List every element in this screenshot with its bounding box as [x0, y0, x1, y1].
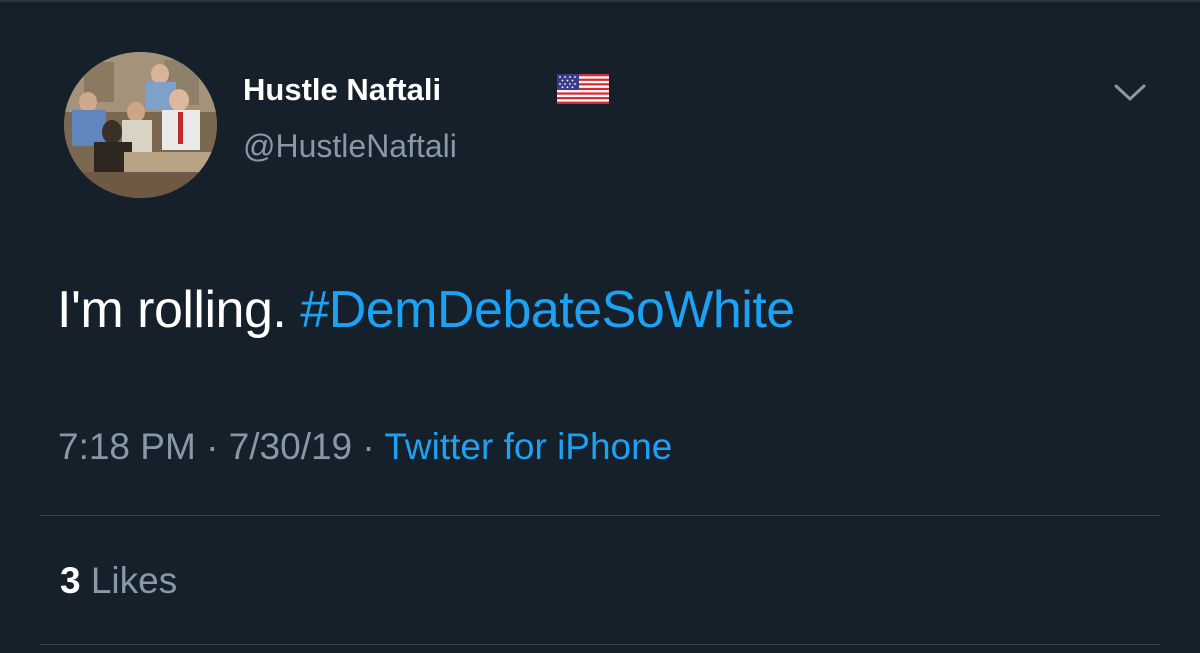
likes-link[interactable]: 3 Likes — [60, 558, 177, 604]
tweet-text: I'm rolling. #DemDebateSoWhite — [57, 275, 795, 345]
top-border — [0, 0, 1200, 2]
likes-label: Likes — [90, 560, 178, 601]
author-handle[interactable]: @HustleNaftali — [243, 126, 457, 166]
tweet-date: 7/30/19 — [228, 426, 353, 467]
chevron-down-icon[interactable] — [1110, 80, 1150, 104]
author-display-name[interactable]: Hustle Naftali — [243, 70, 441, 110]
hashtag-link[interactable]: #DemDebateSoWhite — [300, 281, 795, 339]
tweet-time: 7:18 PM — [58, 426, 196, 467]
meta-separator: · — [362, 426, 375, 467]
tweet-text-plain: I'm rolling. — [57, 281, 287, 339]
meta-separator: · — [206, 426, 219, 467]
divider — [40, 515, 1160, 516]
divider — [40, 644, 1160, 645]
tweet-metadata: 7:18 PM · 7/30/19 · Twitter for iPhone — [58, 424, 672, 470]
tweet-source-link[interactable]: Twitter for iPhone — [384, 426, 672, 467]
likes-count: 3 — [60, 560, 81, 601]
us-flag-icon — [557, 74, 609, 104]
avatar[interactable] — [64, 52, 217, 198]
avatar-image — [64, 52, 217, 198]
